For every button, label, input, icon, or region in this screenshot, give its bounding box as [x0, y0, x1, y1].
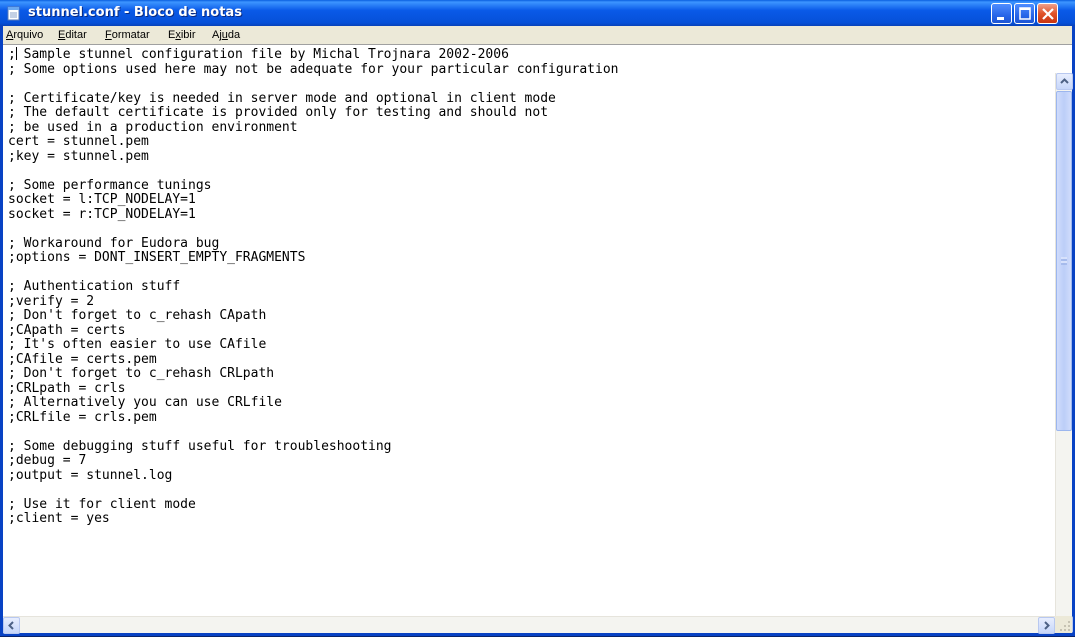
- arrow-up-icon: [1060, 78, 1069, 84]
- arrow-right-icon: [1044, 621, 1050, 630]
- scroll-left-button[interactable]: [3, 617, 20, 634]
- vertical-scrollbar[interactable]: [1055, 73, 1073, 633]
- notepad-icon: [6, 5, 22, 21]
- scroll-up-button[interactable]: [1056, 73, 1073, 90]
- menu-ajuda[interactable]: Ajuda: [212, 29, 240, 41]
- scroll-right-button[interactable]: [1038, 617, 1055, 634]
- notepad-window: stunnel.conf - Bloco de notas Arquivo Ed…: [0, 0, 1075, 636]
- vertical-scroll-thumb[interactable]: [1056, 91, 1072, 431]
- menu-exibir[interactable]: Exibir: [168, 29, 196, 41]
- document-text[interactable]: ; Sample stunnel configuration file by M…: [8, 47, 1053, 617]
- menu-arquivo[interactable]: Arquivo: [6, 29, 43, 41]
- document-first-line: Sample stunnel configuration file by Mic…: [15, 47, 509, 62]
- grip-lines-icon: [1061, 257, 1067, 265]
- maximize-button[interactable]: [1014, 3, 1035, 24]
- close-icon: [1042, 8, 1054, 20]
- document-body: ; Some options used here may not be adeq…: [8, 61, 619, 526]
- menu-bar: Arquivo Editar Formatar Exibir Ajuda: [3, 26, 1072, 44]
- horizontal-scrollbar[interactable]: [3, 616, 1055, 634]
- size-grip-icon[interactable]: [1055, 616, 1072, 633]
- text-editor[interactable]: ; Sample stunnel configuration file by M…: [3, 44, 1073, 634]
- minimize-button[interactable]: [991, 3, 1012, 24]
- menu-editar[interactable]: Editar: [58, 29, 87, 41]
- maximize-icon: [1019, 7, 1031, 20]
- close-button[interactable]: [1037, 3, 1058, 24]
- arrow-left-icon: [8, 621, 14, 630]
- title-bar[interactable]: stunnel.conf - Bloco de notas: [0, 0, 1075, 26]
- minimize-icon: [997, 17, 1004, 20]
- window-title: stunnel.conf - Bloco de notas: [28, 5, 242, 20]
- menu-formatar[interactable]: Formatar: [105, 29, 150, 41]
